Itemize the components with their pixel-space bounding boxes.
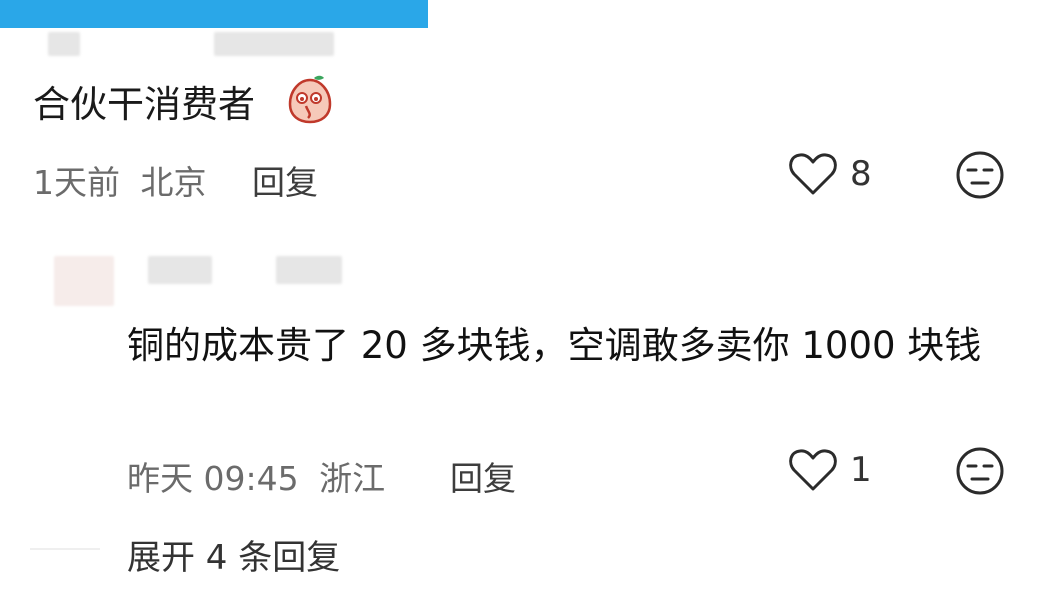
replier-avatar[interactable] xyxy=(54,256,114,306)
commenter-avatar[interactable] xyxy=(48,32,80,56)
replier-badge xyxy=(276,256,342,284)
heart-icon xyxy=(789,153,837,195)
replier-username[interactable] xyxy=(148,256,212,284)
comment-body: 合伙干消费者 xyxy=(33,83,255,126)
comment-like-count: 8 xyxy=(850,154,872,194)
pear-face-emoji-icon xyxy=(288,75,332,124)
commenter-username[interactable] xyxy=(214,32,334,56)
reply-location: 浙江 xyxy=(319,459,386,498)
reply-text: 铜的成本贵了 20 多块钱，空调敢多卖你 1000 块钱 xyxy=(127,324,982,367)
comment-text: 合伙干消费者 xyxy=(33,86,255,123)
reply-meta: 昨天 09:45 浙江 xyxy=(127,452,385,500)
expand-divider xyxy=(30,548,100,550)
comment-like-button[interactable]: 8 xyxy=(788,152,872,196)
reply-like-button[interactable]: 1 xyxy=(788,448,872,492)
reply-time: 昨天 09:45 xyxy=(127,459,299,498)
comment-location: 北京 xyxy=(140,163,207,202)
reply-dislike-button[interactable] xyxy=(955,446,1005,496)
comment-time: 1天前 xyxy=(33,163,120,202)
expand-replies-button[interactable]: 展开 4 条回复 xyxy=(127,530,340,579)
comment-meta: 1天前 北京 xyxy=(33,156,207,204)
comment-reply-button[interactable]: 回复 xyxy=(252,156,318,204)
reply-reply-button[interactable]: 回复 xyxy=(450,452,516,500)
comment-dislike-button[interactable] xyxy=(955,150,1005,200)
reply-like-count: 1 xyxy=(850,450,872,490)
heart-icon xyxy=(789,449,837,491)
top-header-bar xyxy=(0,0,428,28)
